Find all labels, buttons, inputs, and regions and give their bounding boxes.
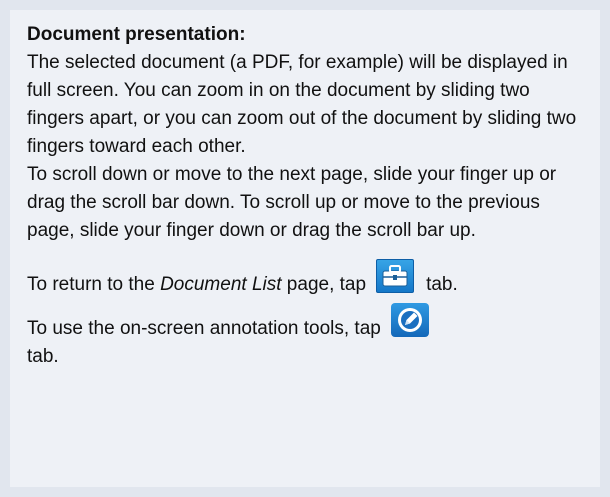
document-list-emphasis: Document List	[160, 274, 282, 295]
return-middle: page, tap	[281, 274, 367, 295]
scroll-instructions: To scroll down or move to the next page,…	[27, 164, 557, 241]
zoom-instructions: The selected document (a PDF, for exampl…	[27, 52, 577, 157]
section-heading: Document presentation:	[27, 24, 246, 45]
annotate-instruction: To use the on-screen annotation tools, t…	[27, 303, 588, 371]
annotate-prefix: To use the on-screen annotation tools, t…	[27, 318, 381, 339]
help-panel: Document presentation: The selected docu…	[10, 10, 600, 487]
annotate-suffix: tab.	[27, 346, 59, 367]
return-prefix: To return to the	[27, 274, 161, 295]
toolbox-icon[interactable]	[376, 259, 415, 293]
return-suffix: tab.	[426, 274, 458, 295]
return-instruction: To return to the Document List page, tap…	[27, 259, 588, 299]
pencil-circle-icon[interactable]	[390, 303, 429, 337]
